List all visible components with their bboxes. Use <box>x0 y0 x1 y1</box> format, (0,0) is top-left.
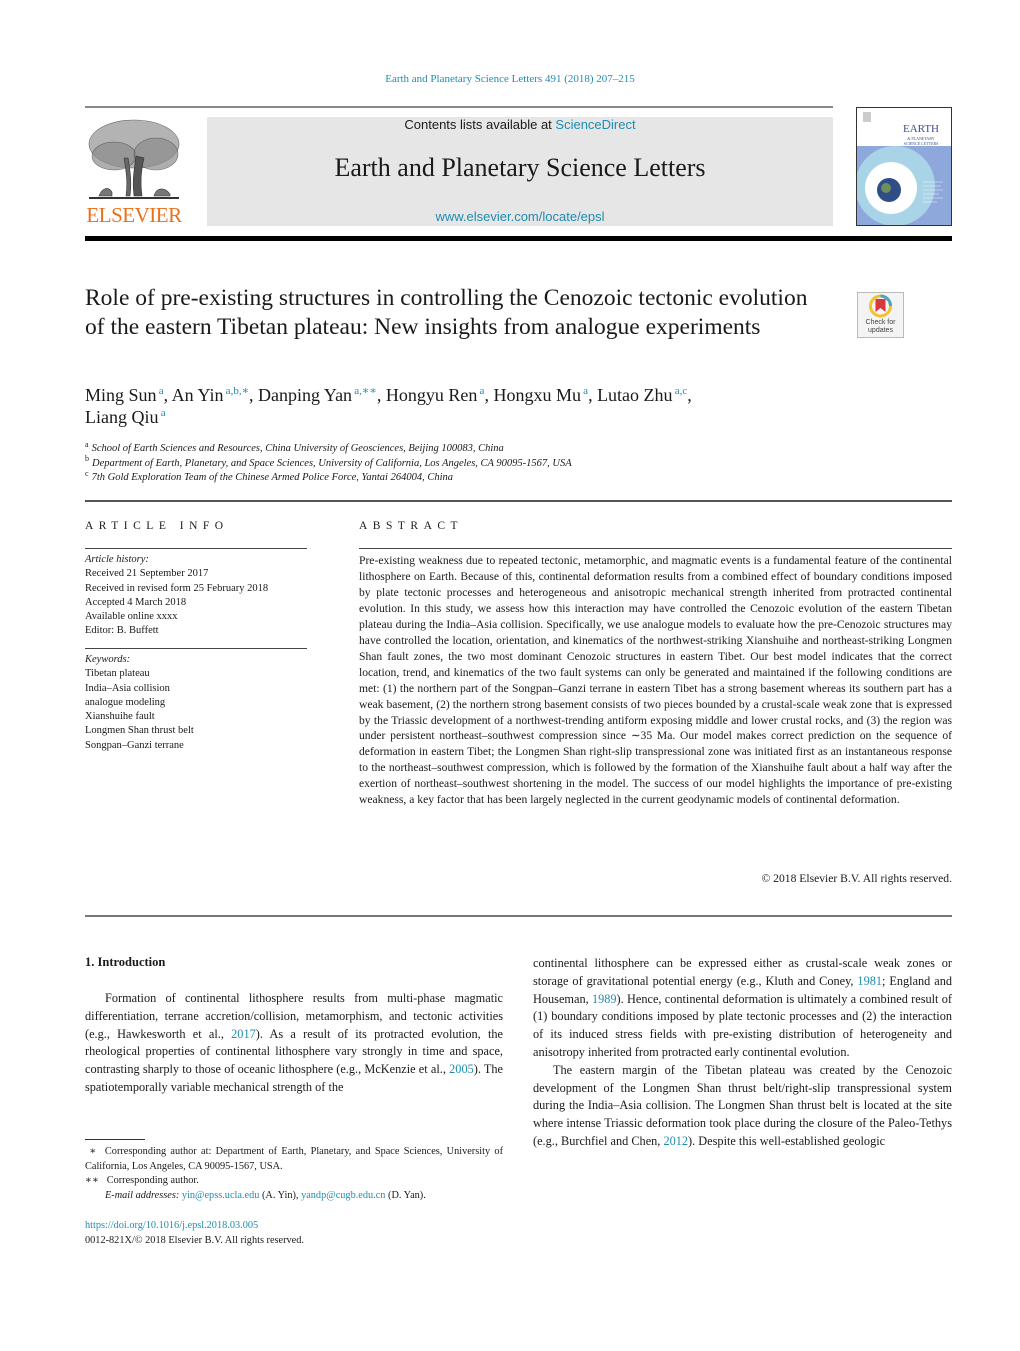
footnote-corresponding-2: ∗∗ Corresponding author. <box>85 1175 199 1187</box>
author-affiliation-marker[interactable]: a <box>157 385 164 397</box>
history-list: Received 21 September 2017 Received in re… <box>85 567 268 638</box>
author-name[interactable]: Hongyu Ren <box>386 385 478 405</box>
footnotes: ∗ Corresponding author at: Department of… <box>85 1145 503 1203</box>
body-column-right: continental lithosphere can be expressed… <box>533 955 952 1151</box>
body-rule <box>85 915 952 917</box>
running-head[interactable]: Earth and Planetary Science Letters 491 … <box>0 73 1020 85</box>
sciencedirect-link[interactable]: ScienceDirect <box>555 117 635 132</box>
email-link-yin[interactable]: yin@epss.ucla.edu <box>182 1190 260 1201</box>
article-title: Role of pre-existing structures in contr… <box>85 285 808 340</box>
article-info-heading: ARTICLE INFO <box>85 520 229 532</box>
cover-art-icon: EARTH & PLANETARY SCIENCE LETTERS <box>857 108 951 225</box>
doi-block: https://doi.org/10.1016/j.epsl.2018.03.0… <box>85 1219 304 1248</box>
abstract-text: Pre-existing weakness due to repeated te… <box>359 554 952 807</box>
keyword-item[interactable]: India–Asia collision <box>85 682 194 696</box>
author-affiliation-marker[interactable]: a,c <box>673 385 688 397</box>
journal-url-link[interactable]: www.elsevier.com/locate/epsl <box>207 209 833 224</box>
citation-link[interactable]: 2005 <box>449 1062 474 1076</box>
author-list: Ming Sun a, An Yin a,b,∗, Danping Yan a,… <box>85 385 692 427</box>
history-item: Available online xxxx <box>85 611 178 623</box>
keywords-rule <box>85 648 307 649</box>
contents-line: Contents lists available at ScienceDirec… <box>207 117 833 133</box>
email-link-yan[interactable]: yandp@cugb.edu.cn <box>301 1190 385 1201</box>
citation-link[interactable]: 1981 <box>857 974 882 988</box>
crossmark-icon <box>869 294 892 318</box>
check-for-updates-label: Check for updates <box>865 319 896 334</box>
journal-masthead: Contents lists available at ScienceDirec… <box>207 117 833 226</box>
author-name[interactable]: Liang Qiu <box>85 407 159 427</box>
citation-link[interactable]: 2017 <box>231 1027 256 1041</box>
keyword-list: Tibetan plateau India–Asia collision analo… <box>85 667 194 753</box>
history-item: Received in revised form 25 February 201… <box>85 582 269 594</box>
keyword-item[interactable]: Songpan–Ganzi terrane <box>85 739 194 753</box>
keyword-item[interactable]: Longmen Shan thrust belt <box>85 724 194 738</box>
history-item: Editor: B. Buffett <box>85 625 159 637</box>
journal-cover-image[interactable]: EARTH & PLANETARY SCIENCE LETTERS <box>856 107 952 226</box>
cover-title: EARTH <box>903 123 939 135</box>
author-name[interactable]: Lutao Zhu <box>597 385 672 405</box>
abstract-heading: ABSTRACT <box>359 520 464 532</box>
journal-title: Earth and Planetary Science Letters <box>334 153 706 182</box>
svg-text:SCIENCE LETTERS: SCIENCE LETTERS <box>904 141 939 146</box>
elsevier-logo[interactable]: ELSEVIER <box>84 116 184 228</box>
abstract-rule <box>359 548 952 549</box>
footnote-rule <box>85 1139 145 1140</box>
author-affiliation-marker[interactable]: a,b,∗ <box>223 385 249 397</box>
author-affiliation-marker[interactable]: a <box>581 385 588 397</box>
author-name[interactable]: An Yin <box>172 385 224 405</box>
affiliation-item: c 7th Gold Exploration Team of the Chines… <box>85 468 454 483</box>
history-item: Accepted 4 March 2018 <box>85 596 187 608</box>
author-name[interactable]: Hongxu Mu <box>493 385 581 405</box>
keywords: Keywords: Tibetan plateau India–Asia coll… <box>85 653 194 753</box>
affiliation-item: a School of Earth Sciences and Resources,… <box>85 439 504 454</box>
article-info-rule <box>85 548 307 549</box>
intro-paragraph-1-continued: continental lithosphere can be expressed… <box>533 956 952 1059</box>
intro-paragraph-1: Formation of continental lithosphere res… <box>85 991 504 1094</box>
body-column-left: Formation of continental lithosphere res… <box>85 990 503 1097</box>
elsevier-wordmark: ELSEVIER <box>86 203 182 227</box>
section-heading-introduction: 1. Introduction <box>85 955 166 969</box>
tree-icon <box>88 119 180 199</box>
doi-link[interactable]: https://doi.org/10.1016/j.epsl.2018.03.0… <box>85 1220 258 1231</box>
author-affiliation-marker[interactable]: a <box>159 407 166 419</box>
check-for-updates-button[interactable]: Check for updates <box>857 292 904 338</box>
citation-link[interactable]: 1989 <box>592 992 617 1006</box>
affiliations: a School of Earth Sciences and Resources,… <box>85 439 572 486</box>
keyword-item[interactable]: Xianshuihe fault <box>85 710 194 724</box>
abstract-copyright: © 2018 Elsevier B.V. All rights reserved… <box>761 872 952 885</box>
affiliation-item: b Department of Earth, Planetary, and Spa… <box>85 454 572 469</box>
history-item: Received 21 September 2017 <box>85 568 209 580</box>
keyword-item[interactable]: analogue modeling <box>85 696 194 710</box>
keyword-item[interactable]: Tibetan plateau <box>85 667 194 681</box>
masthead-rule <box>85 236 952 241</box>
author-name[interactable]: Danping Yan <box>258 385 352 405</box>
footnote-emails: E-mail addresses: yin@epss.ucla.edu (A. … <box>105 1189 426 1201</box>
contents-prefix: Contents lists available at <box>404 117 556 132</box>
history-label: Article history: <box>85 554 149 565</box>
keywords-label: Keywords: <box>85 654 131 665</box>
top-rule <box>85 106 833 108</box>
citation-link[interactable]: 2012 <box>663 1134 688 1148</box>
affiliation-rule <box>85 500 952 502</box>
author-affiliation-marker[interactable]: a,∗∗ <box>352 385 377 397</box>
intro-paragraph-2: The eastern margin of the Tibetan platea… <box>533 1062 952 1148</box>
author-name[interactable]: Ming Sun <box>85 385 157 405</box>
footnote-corresponding-1: ∗ Corresponding author at: Department of… <box>85 1146 503 1172</box>
issn-line: 0012-821X/© 2018 Elsevier B.V. All right… <box>85 1234 304 1246</box>
article-history: Article history: Received 21 September 2… <box>85 553 268 639</box>
